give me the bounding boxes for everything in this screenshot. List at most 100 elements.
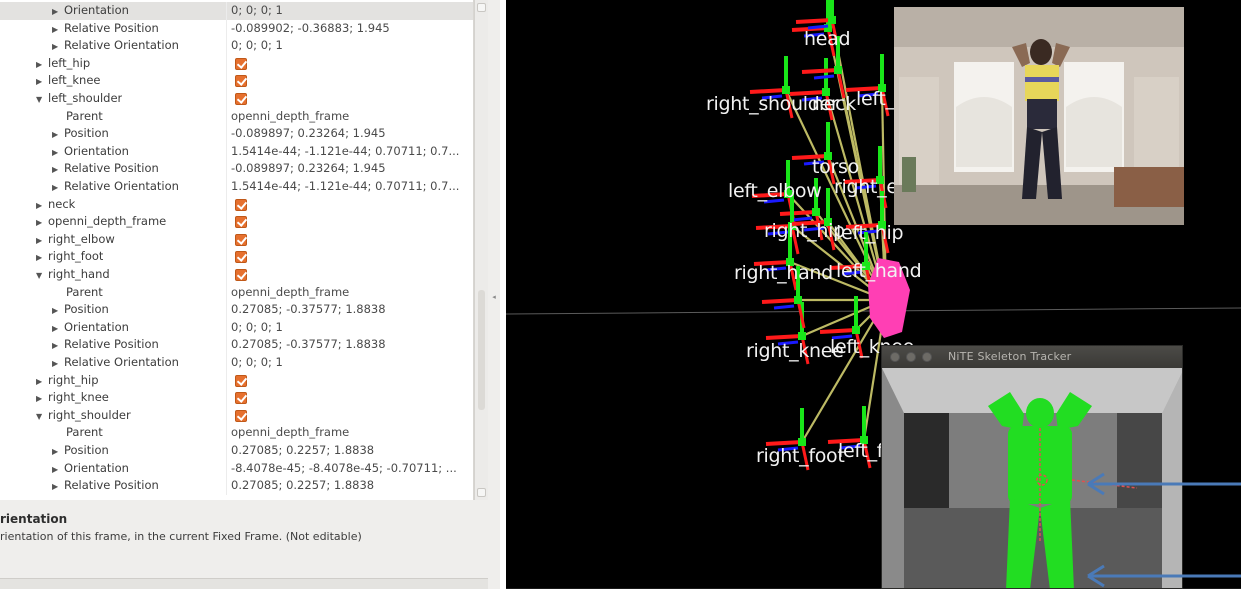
- tree-row-label: ▶ Relative Position: [52, 160, 159, 179]
- frame-enabled-checkbox[interactable]: [235, 409, 247, 422]
- collapsed-arrow-icon[interactable]: ▶: [52, 38, 64, 56]
- tree-row-label-text: Relative Orientation: [64, 38, 179, 53]
- collapsed-arrow-icon[interactable]: ▶: [52, 126, 64, 144]
- expanded-arrow-icon[interactable]: ▼: [36, 408, 48, 426]
- tree-row[interactable]: ▶ openni_depth_frame: [0, 213, 473, 232]
- tree-row-label: ▶ Relative Orientation: [52, 37, 179, 56]
- tree-row[interactable]: ▶ Relative Position -0.089897; 0.23264; 1.…: [0, 160, 473, 179]
- tree-row[interactable]: ▶ Orientation -8.4078e-45; -8.4078e-45; -0…: [0, 459, 473, 479]
- collapsed-arrow-icon[interactable]: ▶: [52, 443, 64, 461]
- collapsed-arrow-icon[interactable]: ▶: [36, 73, 48, 91]
- frame-enabled-checkbox[interactable]: [235, 216, 247, 229]
- collapsed-arrow-icon[interactable]: ▶: [52, 179, 64, 197]
- tree-row[interactable]: ▶ Relative Position 0.27085; -0.37577; 1.8…: [0, 336, 473, 355]
- tree-row-label: ▶ Orientation: [52, 2, 129, 21]
- splitter-handle-icon[interactable]: ◂: [490, 292, 498, 302]
- frame-enabled-checkbox[interactable]: [235, 75, 247, 88]
- collapsed-arrow-icon[interactable]: ▶: [36, 197, 48, 215]
- tree-row-value: 0; 0; 0; 1: [231, 355, 283, 369]
- frame-enabled-checkbox[interactable]: [235, 251, 247, 264]
- collapsed-arrow-icon[interactable]: ▶: [36, 56, 48, 74]
- scroll-up-icon[interactable]: [477, 3, 486, 12]
- scroll-thumb[interactable]: [478, 290, 485, 410]
- collapsed-arrow-icon[interactable]: ▶: [52, 302, 64, 320]
- collapsed-arrow-icon[interactable]: ▶: [52, 3, 64, 21]
- tree-row[interactable]: Parent openni_depth_frame: [0, 107, 473, 126]
- frame-enabled-checkbox[interactable]: [235, 374, 247, 387]
- frame-label: neck: [812, 93, 856, 115]
- collapsed-arrow-icon[interactable]: ▶: [52, 161, 64, 179]
- tree-row[interactable]: ▶ Position -0.089897; 0.23264; 1.945: [0, 125, 473, 144]
- tree-row-value: -0.089897; 0.23264; 1.945: [231, 126, 386, 141]
- screenshot-root: ▶ Orientation 0; 0; 0; 1 ▶ Relative Position…: [0, 0, 1241, 589]
- tree-row[interactable]: ▶ Relative Position 0.27085; 0.2257; 1.883…: [0, 477, 473, 496]
- tree-row[interactable]: ▶ Position 0.27085; -0.37577; 1.8838: [0, 301, 473, 320]
- maximize-icon[interactable]: [922, 352, 932, 362]
- scroll-down-icon[interactable]: [477, 488, 486, 497]
- property-tree[interactable]: ▶ Orientation 0; 0; 0; 1 ▶ Relative Position…: [0, 0, 474, 500]
- frame-label: right_hip: [764, 220, 845, 242]
- tree-row-value: 0.27085; -0.37577; 1.8838: [231, 302, 386, 317]
- collapsed-arrow-icon[interactable]: ▶: [36, 373, 48, 391]
- tree-row-label-text: Orientation: [64, 3, 129, 17]
- column-divider: [226, 424, 227, 442]
- tree-row[interactable]: ▶ Orientation 0; 0; 0; 1: [0, 2, 473, 21]
- frame-enabled-checkbox[interactable]: [235, 392, 247, 405]
- tree-row-label-text: Position: [64, 126, 109, 141]
- tree-row[interactable]: ▶ right_foot: [0, 248, 473, 267]
- tree-row-label: ▶ right_knee: [36, 389, 109, 408]
- frame-enabled-checkbox[interactable]: [235, 269, 247, 281]
- property-description-box: rientation rientation of this frame, in …: [0, 504, 488, 574]
- collapsed-arrow-icon[interactable]: ▶: [36, 214, 48, 232]
- tree-row[interactable]: ▶ right_knee: [0, 389, 473, 408]
- tree-row[interactable]: ▶ left_knee: [0, 72, 473, 91]
- tree-row[interactable]: ▶ Position 0.27085; 0.2257; 1.8838: [0, 442, 473, 461]
- tree-row[interactable]: ▶ right_hip: [0, 371, 473, 391]
- collapsed-arrow-icon[interactable]: ▶: [52, 461, 64, 479]
- minimize-icon[interactable]: [906, 352, 916, 362]
- tree-row-value: 0; 0; 0; 1: [231, 3, 283, 17]
- tree-row[interactable]: ▼ right_hand: [0, 266, 473, 285]
- column-divider: [226, 406, 227, 425]
- collapsed-arrow-icon[interactable]: ▶: [52, 320, 64, 338]
- collapsed-arrow-icon[interactable]: ▶: [36, 232, 48, 250]
- close-icon[interactable]: [890, 352, 900, 362]
- tree-row[interactable]: ▶ Orientation 0; 0; 0; 1: [0, 318, 473, 338]
- frame-enabled-checkbox[interactable]: [235, 93, 247, 105]
- collapsed-arrow-icon[interactable]: ▶: [52, 478, 64, 496]
- nite-window-titlebar[interactable]: NiTE Skeleton Tracker: [882, 346, 1182, 368]
- tree-row-label: ▶ Position: [52, 301, 109, 320]
- collapsed-arrow-icon[interactable]: ▶: [52, 337, 64, 355]
- column-divider: [226, 142, 227, 161]
- tree-row[interactable]: ▶ Relative Orientation 0; 0; 0; 1: [0, 354, 473, 373]
- tree-row-label: ▶ Orientation: [52, 143, 129, 162]
- column-divider: [226, 213, 227, 231]
- tree-row[interactable]: Parent openni_depth_frame: [0, 424, 473, 442]
- expanded-arrow-icon[interactable]: ▼: [36, 267, 48, 285]
- tree-row[interactable]: ▼ right_shoulder: [0, 406, 473, 426]
- tree-row-label-text: right_hand: [48, 267, 110, 281]
- frame-enabled-checkbox[interactable]: [235, 57, 247, 70]
- expanded-arrow-icon[interactable]: ▼: [36, 91, 48, 109]
- frame-enabled-checkbox[interactable]: [235, 198, 247, 211]
- collapsed-arrow-icon[interactable]: ▶: [36, 390, 48, 408]
- tree-row[interactable]: ▶ Relative Position -0.089902; -0.36883; 1…: [0, 19, 473, 39]
- tree-row[interactable]: Parent openni_depth_frame: [0, 283, 473, 302]
- property-tree-scrollbar[interactable]: [474, 0, 488, 500]
- tree-row-label: ▶ Relative Position: [52, 336, 159, 355]
- tree-row[interactable]: ▶ right_elbow: [0, 230, 473, 250]
- tree-row[interactable]: ▼ left_shoulder: [0, 90, 473, 109]
- collapsed-arrow-icon[interactable]: ▶: [52, 21, 64, 39]
- tree-row[interactable]: ▶ left_hip: [0, 54, 473, 74]
- collapsed-arrow-icon[interactable]: ▶: [36, 249, 48, 267]
- frame-enabled-checkbox[interactable]: [235, 233, 247, 246]
- tree-row-label-text: Parent: [66, 284, 103, 299]
- frame-label: left_hand: [836, 260, 922, 282]
- tree-row-label: ▶ Orientation: [52, 319, 129, 338]
- tree-row[interactable]: ▶ neck: [0, 195, 473, 215]
- tree-row[interactable]: ▶ Relative Orientation 0; 0; 0; 1: [0, 37, 473, 56]
- tree-row[interactable]: ▶ Orientation 1.5414e-44; -1.121e-44; 0.70…: [0, 142, 473, 162]
- collapsed-arrow-icon[interactable]: ▶: [52, 355, 64, 373]
- collapsed-arrow-icon[interactable]: ▶: [52, 144, 64, 162]
- tree-row[interactable]: ▶ Relative Orientation 1.5414e-44; -1.121e…: [0, 178, 473, 197]
